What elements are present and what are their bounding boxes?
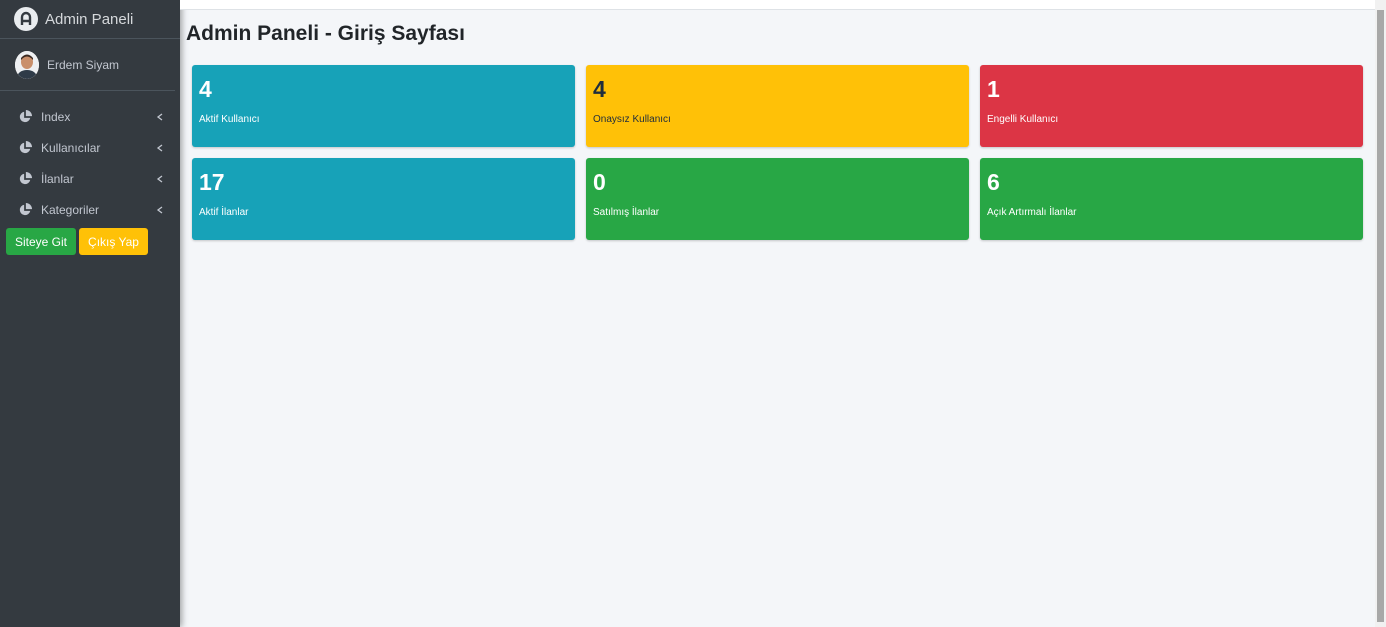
- stat-box-sold-listings[interactable]: 0 Satılmış İlanlar: [586, 158, 969, 240]
- stats-grid: 4 Aktif Kullanıcı 4 Onaysız Kullanıcı 1 …: [192, 65, 1363, 240]
- stat-box-blocked-users[interactable]: 1 Engelli Kullanıcı: [980, 65, 1363, 147]
- sidebar-item-label: Kullanıcılar: [41, 140, 101, 155]
- logout-button[interactable]: Çıkış Yap: [79, 228, 148, 255]
- stat-value: 4: [199, 76, 212, 102]
- brand-link[interactable]: Admin Paneli: [0, 0, 180, 39]
- stat-value: 0: [593, 169, 606, 195]
- stat-value: 1: [987, 76, 1000, 102]
- page-scrollbar[interactable]: [1375, 0, 1386, 627]
- user-panel[interactable]: Erdem Siyam: [0, 39, 175, 91]
- sidebar-nav: Index Kullanıcılar İlanlar Kategoriler: [0, 101, 180, 225]
- stat-value: 4: [593, 76, 606, 102]
- page-title: Admin Paneli - Giriş Sayfası: [186, 22, 465, 45]
- sidebar-item-kategoriler[interactable]: Kategoriler: [0, 194, 180, 225]
- user-name: Erdem Siyam: [47, 57, 120, 72]
- chevron-left-icon: [156, 112, 163, 121]
- avatar: [15, 50, 39, 79]
- pie-chart-icon: [19, 109, 32, 122]
- chevron-left-icon: [156, 143, 163, 152]
- sidebar-item-label: İlanlar: [41, 171, 74, 186]
- stat-label: Açık Artırmalı İlanlar: [987, 207, 1077, 218]
- pie-chart-icon: [19, 202, 32, 215]
- stat-label: Aktif İlanlar: [199, 207, 249, 218]
- sidebar-actions: Siteye Git Çıkış Yap: [0, 228, 180, 255]
- top-navbar: [180, 0, 1375, 10]
- sidebar: Admin Paneli Erdem Siyam Index Kullanıcı…: [0, 0, 180, 627]
- stat-label: Engelli Kullanıcı: [987, 114, 1059, 125]
- stat-box-unapproved-users[interactable]: 4 Onaysız Kullanıcı: [586, 65, 969, 147]
- brand-title: Admin Paneli: [45, 10, 134, 28]
- stat-box-auction-listings[interactable]: 6 Açık Artırmalı İlanlar: [980, 158, 1363, 240]
- go-to-site-button[interactable]: Siteye Git: [6, 228, 77, 255]
- chevron-left-icon: [156, 174, 163, 183]
- stat-label: Satılmış İlanlar: [593, 207, 660, 218]
- stat-box-active-users[interactable]: 4 Aktif Kullanıcı: [192, 65, 575, 147]
- stat-box-active-listings[interactable]: 17 Aktif İlanlar: [192, 158, 575, 240]
- admin-logo-icon: [14, 7, 38, 31]
- sidebar-item-kullanicilar[interactable]: Kullanıcılar: [0, 132, 180, 163]
- sidebar-item-label: Index: [41, 109, 71, 124]
- chevron-left-icon: [156, 205, 163, 214]
- stat-label: Onaysız Kullanıcı: [593, 114, 671, 125]
- stat-value: 17: [199, 169, 225, 195]
- pie-chart-icon: [19, 171, 32, 184]
- stat-value: 6: [987, 169, 1000, 195]
- sidebar-item-label: Kategoriler: [41, 202, 100, 217]
- sidebar-item-ilanlar[interactable]: İlanlar: [0, 163, 180, 194]
- scrollbar-thumb[interactable]: [1377, 10, 1384, 622]
- sidebar-item-index[interactable]: Index: [0, 101, 180, 132]
- stat-label: Aktif Kullanıcı: [199, 114, 260, 125]
- pie-chart-icon: [19, 140, 32, 153]
